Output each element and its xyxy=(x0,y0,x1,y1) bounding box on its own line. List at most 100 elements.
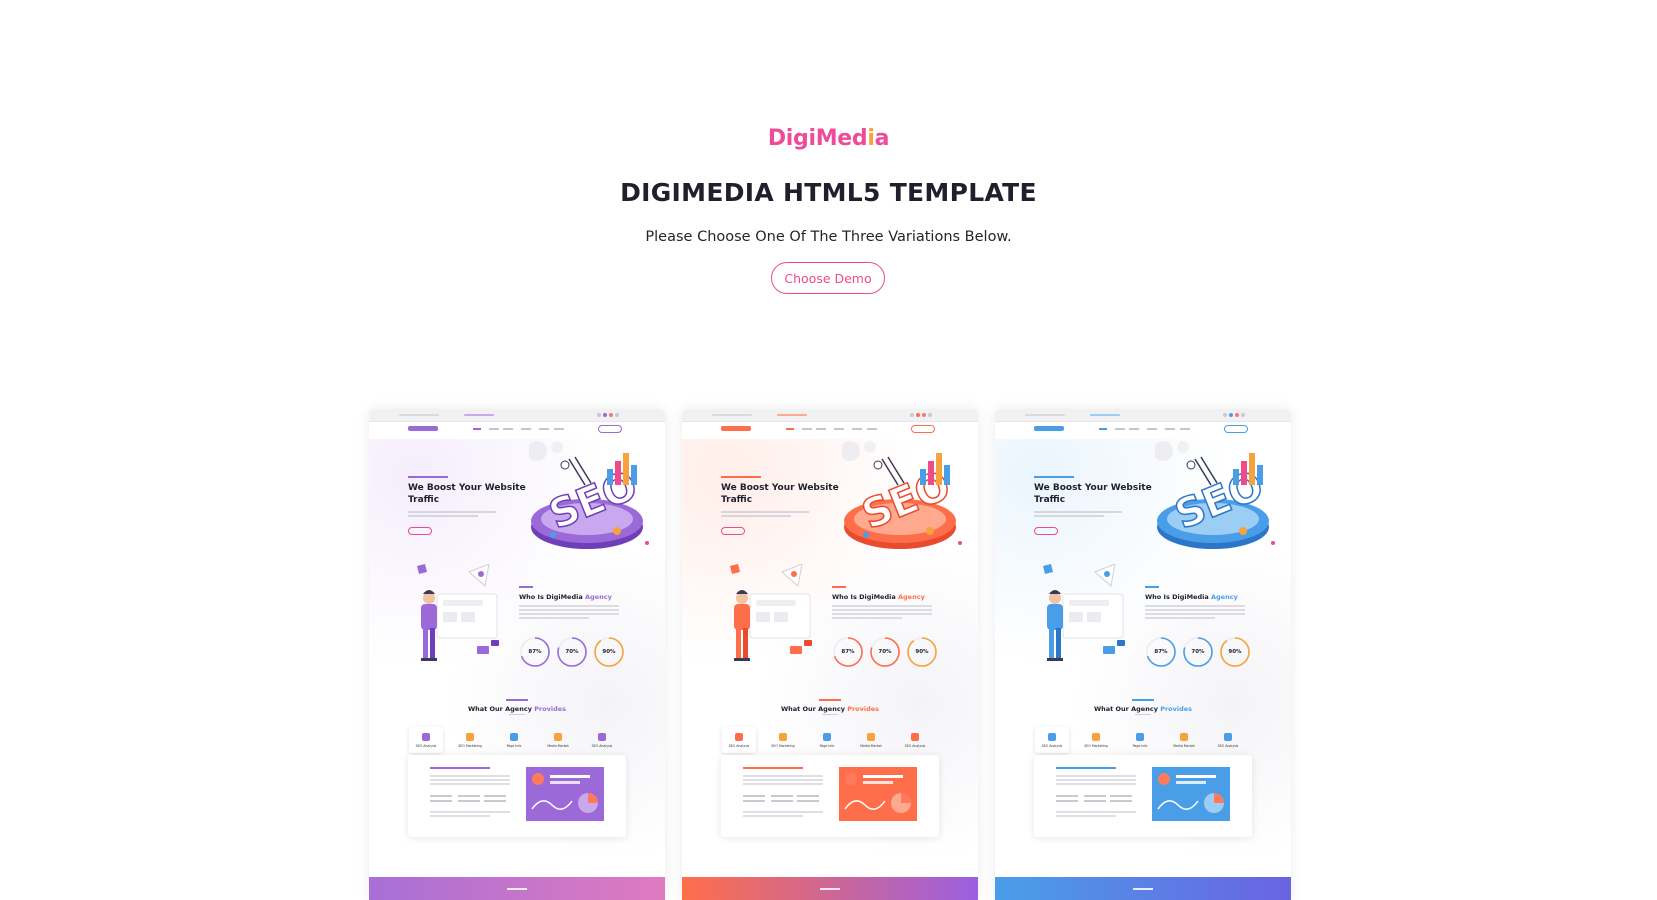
preview-about-title-accent: Agency xyxy=(585,593,612,601)
preview-report-check xyxy=(797,795,819,797)
preview-report-check xyxy=(771,795,793,797)
preview-about-line xyxy=(519,617,589,619)
preview-about-kicker xyxy=(832,586,846,588)
preview-service-item: Media Market xyxy=(1167,727,1201,753)
preview-nav-button xyxy=(598,425,622,433)
browser-dot-icon xyxy=(910,413,914,417)
preview-about-kicker xyxy=(1145,586,1159,588)
preview-report-line xyxy=(1056,811,1136,813)
browser-url-line xyxy=(712,414,752,416)
preview-hero-desc-line xyxy=(1034,511,1122,513)
stat-value: 90% xyxy=(602,649,616,655)
preview-service-label: Media Market xyxy=(1173,744,1195,748)
browser-dot-icon xyxy=(1241,413,1245,417)
preview-service-item: SEO Analysis xyxy=(898,727,932,753)
preview-about-title-accent: Agency xyxy=(898,593,925,601)
preview-service-label: SEO Marketing xyxy=(458,744,482,748)
preview-provides-title-prefix: What Our Agency xyxy=(1093,705,1161,713)
preview-report-check xyxy=(797,800,819,802)
preview-menu-item xyxy=(1115,428,1125,430)
preview-provides-kicker xyxy=(506,699,528,701)
preview-provides-divider xyxy=(1135,714,1151,715)
preview-stats: 87% 70% 90% xyxy=(833,637,937,667)
preview-report-check xyxy=(458,795,480,797)
stat-value: 90% xyxy=(1228,649,1242,655)
preview-menu-item xyxy=(852,428,862,430)
preview-menu-item xyxy=(1129,428,1139,430)
preview-menu-item xyxy=(473,428,481,430)
preview-navbar xyxy=(369,421,665,439)
preview-provides-title: What Our Agency Provides xyxy=(995,705,1291,713)
preview-service-label: SEO Analysis xyxy=(591,744,613,748)
preview-navbar xyxy=(995,421,1291,439)
preview-service-item: SEO Marketing xyxy=(766,727,800,753)
demo-card-purple[interactable]: We Boost Your Website Traffic SEO Who Is Di… xyxy=(369,409,665,900)
logo-text-part3: a xyxy=(874,126,890,151)
stat-value: 87% xyxy=(528,649,542,655)
service-icon xyxy=(867,733,875,741)
preview-about-line xyxy=(1145,609,1245,611)
browser-url-line xyxy=(777,414,807,416)
preview-hero-heading: We Boost Your Website Traffic xyxy=(1034,482,1159,506)
browser-dot-icon xyxy=(1229,413,1233,417)
preview-hero-desc-line xyxy=(721,511,809,513)
preview-provides-title-accent: Provides xyxy=(534,705,567,713)
browser-dot-icon xyxy=(615,413,619,417)
demo-card-red[interactable]: We Boost Your Website Traffic SEO Who Is Di… xyxy=(682,409,978,900)
stat-ring: 70% xyxy=(557,637,587,667)
preview-report-line xyxy=(430,775,510,777)
preview-stats: 87% 70% 90% xyxy=(1146,637,1250,667)
preview-hero-heading-line2: Traffic xyxy=(408,495,440,505)
preview-about-line xyxy=(832,605,932,607)
preview-nav-button xyxy=(1224,425,1248,433)
preview-service-item: SEO Marketing xyxy=(1079,727,1113,753)
preview-hero-desc-line xyxy=(408,511,496,513)
preview-about-title-accent: Agency xyxy=(1211,593,1238,601)
report-illustration xyxy=(1152,767,1230,821)
preview-hero-desc-line xyxy=(408,515,478,517)
preview-hero-kicker xyxy=(721,476,761,478)
preview-service-item: SEO Analysis xyxy=(1211,727,1245,753)
preview-report-check xyxy=(771,800,793,802)
preview-report-card xyxy=(721,755,939,837)
stat-value: 87% xyxy=(841,649,855,655)
preview-report-check xyxy=(1084,800,1106,802)
preview-footer-line xyxy=(507,888,527,890)
preview-hero-button xyxy=(1034,527,1058,535)
browser-url-line xyxy=(1025,414,1065,416)
stat-ring: 87% xyxy=(833,637,863,667)
choose-demo-button[interactable]: Choose Demo xyxy=(771,262,885,294)
service-icon xyxy=(1224,733,1232,741)
preview-report-check xyxy=(484,795,506,797)
preview-report-line xyxy=(743,811,823,813)
preview-hero-kicker xyxy=(408,476,448,478)
service-icon xyxy=(911,733,919,741)
page-title: DIGIMEDIA HTML5 TEMPLATE xyxy=(620,178,1037,207)
preview-report-line xyxy=(430,783,510,785)
preview-report-line xyxy=(743,779,823,781)
preview-menu-item xyxy=(834,428,844,430)
preview-footer-band xyxy=(369,877,665,900)
stat-ring: 70% xyxy=(1183,637,1213,667)
preview-report-line xyxy=(1056,775,1136,777)
service-icon xyxy=(422,733,430,741)
preview-menu-item xyxy=(1147,428,1157,430)
preview-report-check xyxy=(430,795,452,797)
preview-provides-divider xyxy=(509,714,525,715)
demo-card-blue[interactable]: We Boost Your Website Traffic SEO Who Is Di… xyxy=(995,409,1291,900)
preview-provides-title-prefix: What Our Agency xyxy=(467,705,535,713)
preview-menu-item xyxy=(539,428,549,430)
service-icon xyxy=(1092,733,1100,741)
browser-dot-icon xyxy=(928,413,932,417)
preview-hero-desc-line xyxy=(721,515,791,517)
browser-dot-icon xyxy=(597,413,601,417)
preview-stats: 87% 70% 90% xyxy=(520,637,624,667)
digimedia-logo: DigiMedia xyxy=(0,126,1657,151)
preview-footer-band xyxy=(995,877,1291,900)
preview-nav-button xyxy=(911,425,935,433)
agency-illustration xyxy=(1043,564,1125,661)
preview-report-check xyxy=(458,800,480,802)
preview-report-card xyxy=(1034,755,1252,837)
preview-service-item: Page Info xyxy=(810,727,844,753)
service-icon xyxy=(1180,733,1188,741)
